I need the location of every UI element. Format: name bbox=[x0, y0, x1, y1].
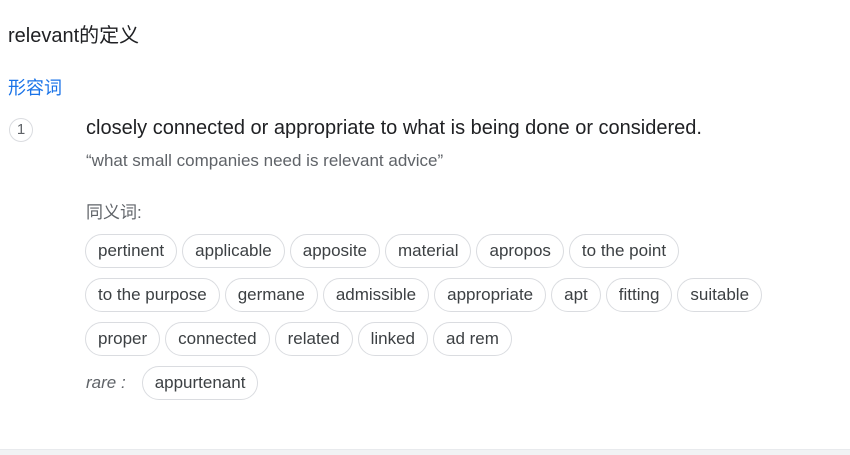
synonym-chip[interactable]: material bbox=[385, 234, 472, 268]
synonym-chip[interactable]: pertinent bbox=[85, 234, 178, 268]
part-of-speech-label: 形容词 bbox=[8, 78, 62, 98]
page-title: relevant的定义 bbox=[8, 25, 140, 47]
definition-text: closely connected or appropriate to what… bbox=[86, 117, 702, 139]
synonym-row: proper connected related linked ad rem bbox=[85, 322, 845, 356]
synonym-chip[interactable]: appurtenant bbox=[141, 366, 259, 400]
synonym-chip[interactable]: ad rem bbox=[433, 322, 512, 356]
rare-label: rare : bbox=[86, 373, 126, 392]
synonym-chip[interactable]: apposite bbox=[289, 234, 381, 268]
synonym-row: to the purpose germane admissible approp… bbox=[85, 278, 845, 312]
sense-number-badge: 1 bbox=[9, 118, 33, 142]
synonym-chip[interactable]: suitable bbox=[677, 278, 763, 312]
synonym-chip[interactable]: applicable bbox=[182, 234, 285, 268]
synonym-chip[interactable]: apropos bbox=[476, 234, 564, 268]
synonym-chip[interactable]: to the purpose bbox=[85, 278, 220, 312]
section-divider bbox=[0, 449, 850, 455]
synonym-chip[interactable]: related bbox=[274, 322, 353, 356]
synonyms-label: 同义词: bbox=[86, 203, 142, 222]
synonym-chip[interactable]: connected bbox=[165, 322, 270, 356]
synonym-chips: pertinent applicable apposite material a… bbox=[85, 234, 845, 410]
synonym-chip[interactable]: appropriate bbox=[434, 278, 547, 312]
synonym-chip[interactable]: proper bbox=[85, 322, 161, 356]
synonym-chip[interactable]: to the point bbox=[568, 234, 680, 268]
synonym-chip[interactable]: fitting bbox=[605, 278, 673, 312]
synonym-chip[interactable]: apt bbox=[551, 278, 601, 312]
synonym-chip[interactable]: linked bbox=[357, 322, 428, 356]
rare-synonym-row: rare : appurtenant bbox=[85, 366, 845, 400]
example-sentence: “what small companies need is relevant a… bbox=[86, 151, 444, 170]
synonym-chip[interactable]: germane bbox=[224, 278, 318, 312]
synonym-row: pertinent applicable apposite material a… bbox=[85, 234, 845, 268]
synonym-chip[interactable]: admissible bbox=[322, 278, 430, 312]
